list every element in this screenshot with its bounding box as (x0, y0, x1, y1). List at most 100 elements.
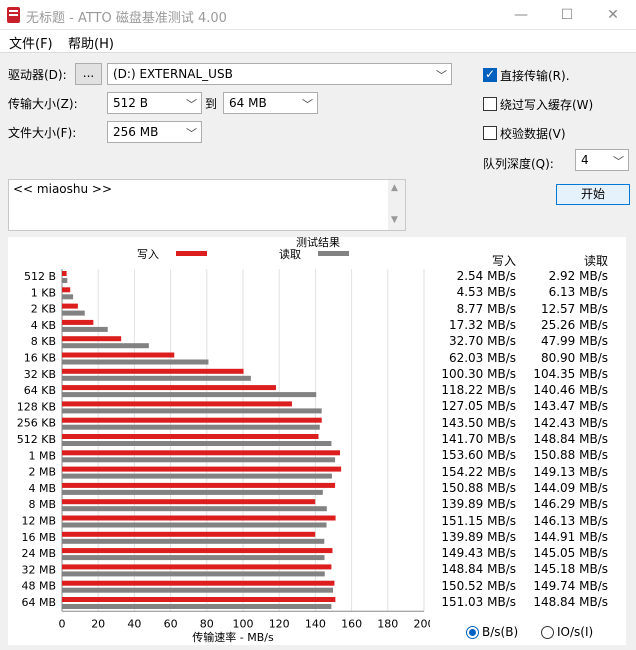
write-bar (62, 303, 78, 309)
read-bar (62, 457, 336, 463)
drive-select[interactable]: (D:) EXTERNAL_USB ﹀ (107, 63, 452, 85)
chevron-down-icon: ﹀ (186, 98, 197, 111)
write-speed-value: 148.84 MB/s (441, 562, 516, 577)
x-tick-label: 60 (164, 617, 178, 630)
read-speed-value: 144.91 MB/s (533, 529, 608, 544)
scroll-down-icon[interactable]: ▼ (391, 215, 398, 225)
read-bar (62, 359, 209, 365)
title-bar: 无标题 - ATTO 磁盘基准测试 4.00 — ☐ ✕ (0, 0, 636, 30)
chevron-down-icon: ﹀ (302, 98, 313, 111)
read-speed-value: 149.74 MB/s (533, 578, 608, 593)
write-bar (62, 515, 336, 521)
y-tick-label: 48 MB (21, 580, 56, 593)
write-speed-value: 151.15 MB/s (441, 513, 516, 528)
write-speed-value: 150.52 MB/s (441, 578, 516, 593)
write-speed-value: 17.32 MB/s (448, 317, 516, 332)
bypass-write-cache-checkbox[interactable] (483, 97, 497, 111)
results-row: 4.53 MB/s 6.13 MB/s (430, 285, 626, 301)
write-speed-value: 139.89 MB/s (441, 529, 516, 544)
write-bar (62, 482, 336, 488)
menu-help[interactable]: 帮助(H) (68, 33, 114, 52)
y-tick-label: 2 KB (31, 303, 56, 316)
y-tick-label: 1 MB (28, 449, 56, 462)
write-bar (62, 564, 332, 570)
window-title: 无标题 - ATTO 磁盘基准测试 4.00 (26, 11, 227, 26)
queue-depth-select[interactable]: 4 ﹀ (575, 149, 629, 171)
y-tick-label: 16 KB (24, 352, 56, 365)
write-header: 写入 (491, 254, 516, 268)
x-tick-label: 200 (414, 617, 431, 630)
notes-text: << miaoshu >> (13, 182, 113, 196)
x-tick-label: 0 (59, 617, 66, 630)
legend-read-swatch (318, 251, 349, 256)
drive-browse-button[interactable]: ... (75, 63, 102, 85)
results-row: 139.89 MB/s 146.29 MB/s (430, 497, 626, 513)
read-bar (62, 375, 251, 381)
write-speed-value: 4.53 MB/s (456, 285, 516, 300)
y-tick-label: 32 MB (21, 563, 56, 576)
verify-data-checkbox[interactable] (483, 126, 497, 140)
read-bar (62, 326, 108, 332)
scroll-up-icon[interactable]: ▲ (391, 183, 398, 193)
read-speed-value: 142.43 MB/s (533, 415, 608, 430)
read-speed-value: 145.18 MB/s (533, 562, 608, 577)
verify-data-label: 校验数据(V) (500, 127, 566, 141)
write-bar (62, 368, 244, 374)
y-tick-label: 64 KB (24, 384, 56, 397)
transfer-size-to-select[interactable]: 64 MB ﹀ (223, 92, 318, 114)
write-speed-value: 149.43 MB/s (441, 546, 516, 561)
write-speed-value: 141.70 MB/s (441, 432, 516, 446)
maximize-button[interactable]: ☐ (544, 0, 590, 30)
direct-io-checkbox[interactable] (483, 67, 497, 82)
chevron-down-icon: ﹀ (436, 69, 447, 82)
read-bar (62, 343, 149, 349)
chevron-down-icon: ﹀ (186, 127, 197, 140)
bytes-per-sec-radio[interactable] (466, 626, 479, 639)
write-speed-value: 153.60 MB/s (441, 448, 516, 463)
read-speed-value: 145.05 MB/s (533, 546, 608, 561)
io-per-sec-radio[interactable] (541, 626, 554, 639)
bypass-write-cache-label: 绕过写入缓存(W) (500, 98, 594, 112)
write-speed-value: 143.50 MB/s (441, 415, 516, 430)
write-bar (62, 287, 71, 293)
read-bar (62, 310, 85, 316)
minimize-button[interactable]: — (498, 0, 544, 30)
write-speed-value: 127.05 MB/s (441, 399, 516, 414)
results-row: 2.54 MB/s 2.92 MB/s (430, 269, 626, 285)
write-speed-value: 154.22 MB/s (441, 464, 516, 479)
y-tick-label: 24 MB (21, 547, 56, 560)
transfer-size-from-select[interactable]: 512 B ﹀ (107, 92, 202, 114)
results-row: 100.30 MB/s 104.35 MB/s (430, 367, 626, 383)
y-tick-label: 512 B (24, 270, 56, 283)
write-bar (62, 450, 341, 456)
write-speed-value: 151.03 MB/s (441, 595, 516, 609)
start-button[interactable]: 开始 (556, 184, 630, 205)
y-tick-label: 2 MB (28, 466, 56, 479)
results-row: 118.22 MB/s 140.46 MB/s (430, 383, 626, 399)
read-bar (62, 489, 323, 495)
write-speed-value: 100.30 MB/s (441, 366, 516, 381)
read-speed-value: 149.13 MB/s (533, 464, 608, 479)
notes-textarea[interactable]: << miaoshu >> ▲ ▼ (8, 179, 406, 231)
write-bar (62, 319, 94, 325)
menu-file[interactable]: 文件(F) (9, 33, 53, 52)
write-bar (62, 336, 122, 342)
write-bar (62, 531, 316, 537)
write-speed-value: 139.89 MB/s (441, 497, 516, 512)
x-axis-label: 传输速率 - MB/s (192, 630, 274, 644)
notes-scrollbar[interactable]: ▲ ▼ (388, 180, 405, 230)
x-tick-label: 80 (200, 617, 214, 630)
close-button[interactable]: ✕ (590, 0, 636, 30)
write-bar (62, 548, 333, 554)
results-row: 151.03 MB/s 148.84 MB/s (430, 595, 626, 611)
results-row: 32.70 MB/s 47.99 MB/s (430, 334, 626, 350)
x-tick-label: 160 (341, 617, 362, 630)
results-row: 143.50 MB/s 142.43 MB/s (430, 416, 626, 432)
transfer-size-to-value: 64 MB (229, 96, 267, 110)
y-tick-label: 12 MB (21, 515, 56, 528)
results-header: 写入 读取 (430, 252, 626, 268)
write-speed-value: 62.03 MB/s (448, 350, 516, 365)
write-speed-value: 118.22 MB/s (441, 383, 516, 398)
file-size-select[interactable]: 256 MB ﹀ (107, 121, 202, 143)
read-speed-value: 12.57 MB/s (540, 301, 608, 316)
